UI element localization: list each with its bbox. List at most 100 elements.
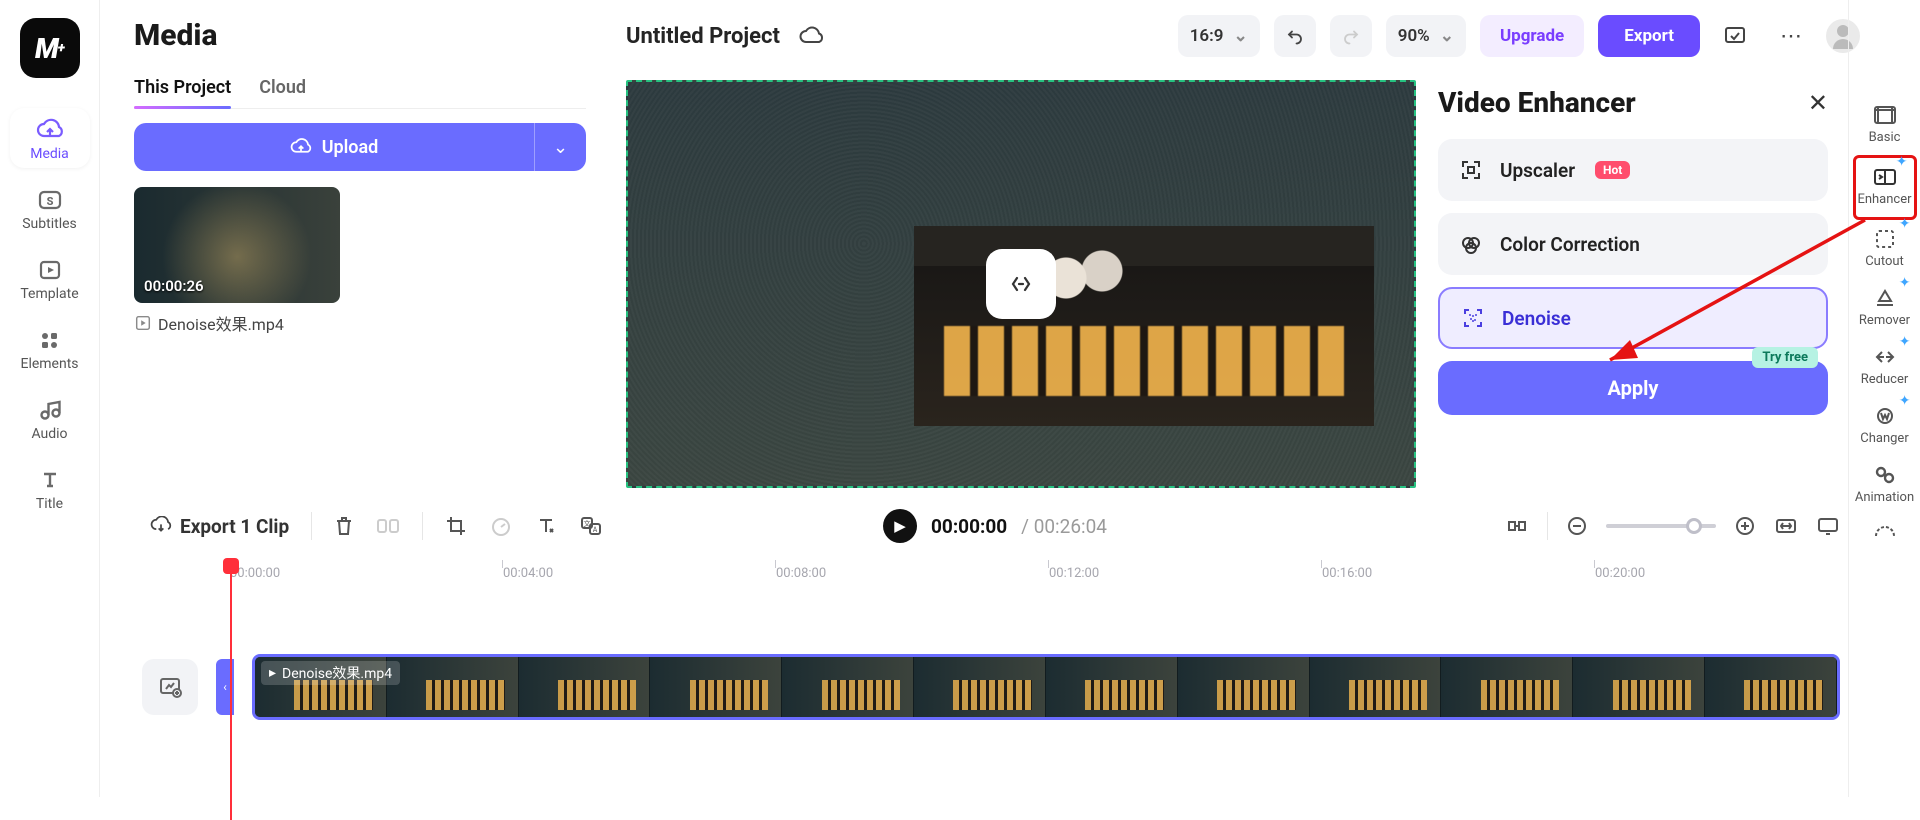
sparkle-icon: ✦ bbox=[1899, 334, 1911, 350]
title-icon bbox=[36, 468, 64, 492]
zoom-out-icon[interactable] bbox=[1566, 515, 1588, 537]
enhancer-upscaler[interactable]: Upscaler Hot bbox=[1438, 139, 1828, 201]
play-button[interactable]: ▶ bbox=[883, 509, 917, 543]
undo-button[interactable] bbox=[1274, 15, 1316, 57]
speed-icon bbox=[1873, 523, 1897, 539]
media-clip[interactable]: 00:00:26 Denoise效果.mp4 bbox=[134, 187, 340, 335]
svg-text:S: S bbox=[46, 195, 53, 208]
tool-label: Changer bbox=[1860, 431, 1908, 446]
tool-changer[interactable]: ✦ Changer bbox=[1853, 397, 1917, 456]
close-icon[interactable]: ✕ bbox=[1808, 89, 1828, 117]
timeline-ruler[interactable]: 00:00:00 00:04:00 00:08:00 00:12:00 00:1… bbox=[230, 560, 1840, 600]
nav-label: Title bbox=[36, 496, 63, 512]
tool-remover[interactable]: ✦ Remover bbox=[1853, 279, 1917, 338]
aspect-value: 16:9 bbox=[1190, 26, 1224, 46]
nav-title[interactable]: Title bbox=[10, 458, 90, 518]
nav-audio[interactable]: Audio bbox=[10, 388, 90, 448]
upgrade-button[interactable]: Upgrade bbox=[1480, 15, 1584, 57]
aspect-ratio-select[interactable]: 16:9 ⌄ bbox=[1178, 15, 1260, 57]
media-tabs: This Project Cloud bbox=[134, 77, 586, 109]
tool-cutout[interactable]: ✦ Cutout bbox=[1853, 220, 1917, 279]
chevron-down-icon: ⌄ bbox=[1440, 26, 1454, 46]
tab-cloud[interactable]: Cloud bbox=[259, 77, 306, 108]
tool-basic[interactable]: Basic bbox=[1853, 96, 1917, 155]
play-icon: ▸ bbox=[269, 665, 276, 681]
zoom-select[interactable]: 90%⌄ bbox=[1386, 15, 1466, 57]
tool-label: Enhancer bbox=[1857, 192, 1911, 207]
remover-icon bbox=[1873, 287, 1897, 309]
crop-icon[interactable] bbox=[445, 515, 467, 537]
fullscreen-icon[interactable] bbox=[1816, 516, 1840, 536]
enhancer-panel: Video Enhancer ✕ Upscaler Hot Color Corr… bbox=[1438, 86, 1828, 415]
sparkle-icon: ✦ bbox=[1899, 393, 1911, 409]
denoise-icon bbox=[1460, 307, 1486, 329]
nav-label: Elements bbox=[20, 356, 78, 372]
export-clip-button[interactable]: Export 1 Clip bbox=[150, 515, 289, 538]
nav-template[interactable]: Template bbox=[10, 248, 90, 308]
nav-rail: M+ Media S Subtitles Template Elements A… bbox=[0, 0, 100, 797]
tool-label: Animation bbox=[1855, 490, 1914, 505]
nav-label: Template bbox=[20, 286, 78, 302]
upload-button[interactable]: Upload bbox=[134, 123, 534, 171]
enhancer-color-correction[interactable]: Color Correction bbox=[1438, 213, 1828, 275]
media-title: Media bbox=[134, 18, 586, 53]
tool-animation[interactable]: Animation bbox=[1853, 456, 1917, 515]
apply-button[interactable]: Apply bbox=[1438, 361, 1828, 415]
translate-icon[interactable]: 文A bbox=[579, 515, 603, 537]
chevron-down-icon: ⌄ bbox=[1233, 26, 1247, 46]
nav-subtitles[interactable]: S Subtitles bbox=[10, 178, 90, 238]
snap-icon[interactable] bbox=[1505, 516, 1529, 536]
timeline-clip[interactable]: ▸ Denoise效果.mp4 bbox=[252, 654, 1840, 720]
export-button[interactable]: Export bbox=[1598, 15, 1700, 57]
playhead[interactable] bbox=[230, 560, 232, 820]
tool-label: Reducer bbox=[1861, 372, 1909, 387]
zoom-slider[interactable] bbox=[1606, 524, 1716, 528]
speed-icon[interactable] bbox=[489, 515, 513, 537]
enhancer-icon bbox=[1872, 166, 1898, 188]
zoom-in-icon[interactable] bbox=[1734, 515, 1756, 537]
app-logo: M+ bbox=[20, 18, 80, 78]
option-label: Upscaler bbox=[1500, 159, 1575, 182]
option-label: Color Correction bbox=[1500, 233, 1640, 256]
template-icon bbox=[36, 258, 64, 282]
more-icon[interactable]: ⋯ bbox=[1770, 15, 1812, 57]
tool-reducer[interactable]: ✦ Reducer bbox=[1853, 338, 1917, 397]
redo-button[interactable] bbox=[1330, 15, 1372, 57]
export-settings-icon[interactable] bbox=[1714, 15, 1756, 57]
preview-transform-icon[interactable] bbox=[986, 249, 1056, 319]
nav-label: Media bbox=[30, 146, 69, 162]
fit-icon[interactable] bbox=[1774, 517, 1798, 535]
nav-media[interactable]: Media bbox=[10, 108, 90, 168]
cloud-up-icon bbox=[290, 137, 312, 157]
preview-canvas[interactable] bbox=[626, 80, 1416, 488]
elements-icon bbox=[36, 328, 64, 352]
enhancer-denoise[interactable]: Denoise bbox=[1438, 287, 1828, 349]
add-track-button[interactable] bbox=[142, 659, 198, 715]
video-file-icon bbox=[134, 314, 152, 332]
topbar: Untitled Project 16:9 ⌄ 90%⌄ Upgrade Expo… bbox=[626, 0, 1860, 72]
ruler-tick: 00:20:00 bbox=[1595, 566, 1645, 581]
tool-enhancer[interactable]: ✦ Enhancer bbox=[1853, 155, 1917, 220]
tab-this-project[interactable]: This Project bbox=[134, 77, 231, 108]
ruler-tick: 00:04:00 bbox=[503, 566, 553, 581]
split-icon[interactable] bbox=[376, 516, 400, 536]
text-icon[interactable] bbox=[535, 515, 557, 537]
changer-icon bbox=[1873, 405, 1897, 427]
tool-label: Remover bbox=[1859, 313, 1910, 328]
sparkle-icon: ✦ bbox=[1899, 275, 1911, 291]
reducer-icon bbox=[1873, 346, 1897, 368]
project-title[interactable]: Untitled Project bbox=[626, 24, 780, 49]
upload-dropdown[interactable]: ⌄ bbox=[534, 123, 586, 171]
clip-thumbnail: 00:00:26 bbox=[134, 187, 340, 303]
tool-label: Basic bbox=[1869, 130, 1901, 145]
nav-elements[interactable]: Elements bbox=[10, 318, 90, 378]
ruler-tick: 00:08:00 bbox=[776, 566, 826, 581]
export-clip-label: Export 1 Clip bbox=[180, 515, 289, 538]
upscaler-icon bbox=[1458, 159, 1484, 181]
time-total: / 00:26:04 bbox=[1021, 515, 1107, 538]
cutout-icon bbox=[1873, 228, 1897, 250]
delete-icon[interactable] bbox=[334, 515, 354, 537]
cloud-up-icon bbox=[36, 118, 64, 142]
cloud-sync-icon[interactable] bbox=[798, 25, 826, 47]
tool-extra[interactable] bbox=[1853, 515, 1917, 539]
